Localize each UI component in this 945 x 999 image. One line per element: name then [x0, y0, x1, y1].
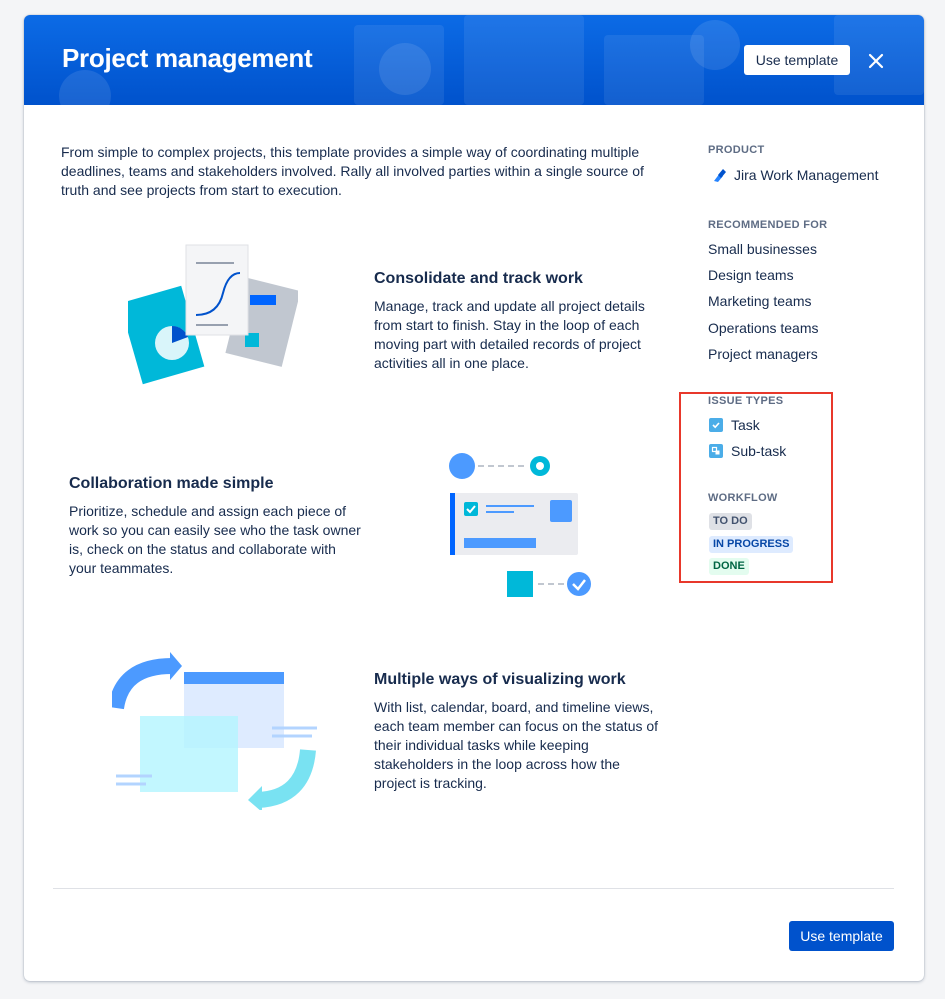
recommended-item: Marketing teams: [708, 293, 812, 309]
product: Jira Work Management: [712, 167, 878, 183]
recommended-label: RECOMMENDED FOR: [708, 219, 828, 231]
close-button[interactable]: [862, 47, 890, 75]
status-lozenge-in-progress: IN PROGRESS: [709, 536, 794, 553]
recommended-item: Project managers: [708, 346, 818, 362]
recommended-item: Design teams: [708, 267, 794, 283]
feature-desc-consolidate: Manage, track and update all project det…: [374, 298, 645, 371]
issue-type-label: Task: [731, 417, 760, 433]
status-lozenge-todo: TO DO: [709, 513, 752, 530]
footer-divider: [53, 888, 894, 889]
feature-title-visualizing: Multiple ways of visualizing work: [374, 671, 626, 688]
recommended-item: Operations teams: [708, 320, 819, 336]
feature-title-collaboration: Collaboration made simple: [69, 475, 274, 492]
task-icon: [709, 418, 723, 432]
product-name: Jira Work Management: [734, 167, 879, 183]
feature-desc-collaboration: Prioritize, schedule and assign each pie…: [69, 503, 361, 576]
status-lozenge-done: DONE: [709, 558, 749, 575]
issue-type-subtask: Sub-task: [709, 443, 786, 459]
template-modal: Project management Use template From sim…: [24, 15, 924, 981]
issue-types-label: ISSUE TYPES: [708, 395, 784, 407]
workflow-label: WORKFLOW: [708, 492, 778, 504]
page-title: Project management: [62, 43, 313, 73]
issue-type-label: Sub-task: [731, 443, 787, 459]
intro-text: From simple to complex projects, this te…: [61, 144, 644, 198]
illustration-views: [108, 650, 322, 812]
illustration-collaboration: [444, 450, 594, 600]
feature-desc-visualizing: With list, calendar, board, and timeline…: [374, 699, 659, 791]
feature-title-consolidate: Consolidate and track work: [374, 270, 583, 287]
illustration-reports: [119, 243, 301, 393]
subtask-icon: [709, 444, 723, 458]
recommended-item: Small businesses: [708, 241, 817, 257]
use-template-button-footer[interactable]: Use template: [789, 921, 894, 951]
issue-type-task: Task: [709, 417, 760, 433]
use-template-button-header[interactable]: Use template: [744, 45, 850, 75]
modal-header: Project management Use template: [24, 15, 924, 105]
jira-work-management-icon: [714, 169, 726, 182]
close-icon: [868, 53, 884, 69]
product-label: PRODUCT: [708, 144, 765, 156]
